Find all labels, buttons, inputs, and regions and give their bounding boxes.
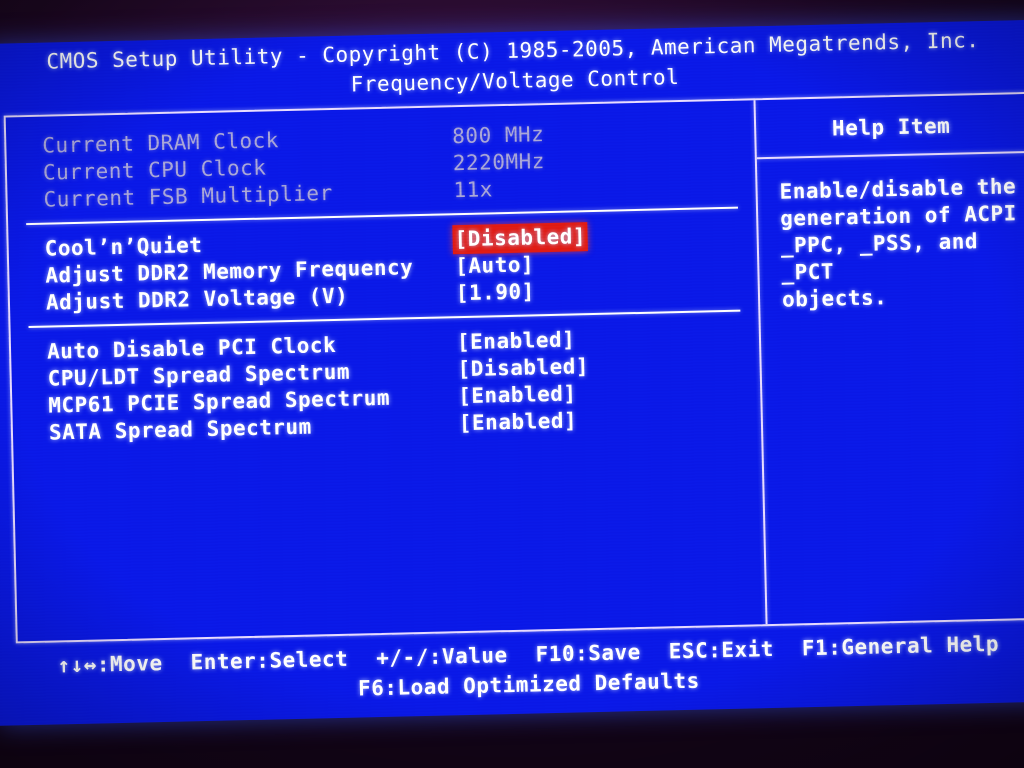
crt-photo-surround: CMOS Setup Utility - Copyright (C) 1985-…	[0, 0, 1024, 768]
settings-group: Cool’n’Quiet [Disabled] Adjust DDR2 Memory…	[8, 219, 758, 317]
setting-value[interactable]: [1.90]	[456, 278, 535, 307]
bios-screen: CMOS Setup Utility - Copyright (C) 1985-…	[0, 20, 1024, 726]
crt-screen: CMOS Setup Utility - Copyright (C) 1985-…	[0, 19, 1024, 726]
settings-group: Current DRAM Clock 800 MHz Current CPU Clo…	[6, 116, 756, 214]
setting-value: 2220MHz	[452, 149, 546, 176]
setting-label: Adjust DDR2 Voltage (V)	[45, 283, 349, 315]
setting-value: 800 MHz	[451, 122, 545, 149]
setting-label: Current FSB Multiplier	[43, 181, 333, 212]
main-frame: Current DRAM Clock 800 MHz Current CPU Clo…	[3, 91, 1024, 644]
footer-key-hint[interactable]: ↑↓↔:Move	[57, 651, 163, 677]
settings-group: Auto Disable PCI Clock [Enabled] CPU/LDT S…	[11, 322, 761, 447]
setting-label: SATA Spread Spectrum	[48, 414, 313, 445]
help-panel-text: Enable/disable the generation of ACPI _P…	[779, 174, 1018, 312]
setting-label: Cool’n’Quiet	[44, 233, 203, 261]
footer-key-hint[interactable]: +/-/:Value	[376, 643, 508, 670]
setting-value[interactable]: [Enabled]	[457, 326, 576, 356]
settings-panel: Current DRAM Clock 800 MHz Current CPU Clo…	[6, 100, 766, 641]
setting-value[interactable]: [Enabled]	[459, 407, 578, 437]
footer-key-hint[interactable]: F1:General Help	[802, 632, 1000, 661]
setting-value-selected[interactable]: [Disabled]	[452, 222, 589, 255]
setting-value[interactable]: [Auto]	[455, 251, 534, 280]
footer-key-hint[interactable]: F6:Load Optimized Defaults	[358, 669, 700, 701]
footer-key-hint[interactable]: Enter:Select	[190, 647, 348, 675]
setting-value[interactable]: [Enabled]	[458, 380, 577, 410]
footer-key-hint[interactable]: F10:Save	[535, 640, 641, 666]
setting-value: 11x	[453, 177, 494, 203]
help-panel: Help Item Enable/disable the generation …	[756, 94, 1024, 624]
footer-key-hint[interactable]: ESC:Exit	[668, 637, 774, 663]
help-panel-title: Help Item	[831, 113, 951, 141]
setting-value[interactable]: [Disabled]	[457, 353, 589, 383]
